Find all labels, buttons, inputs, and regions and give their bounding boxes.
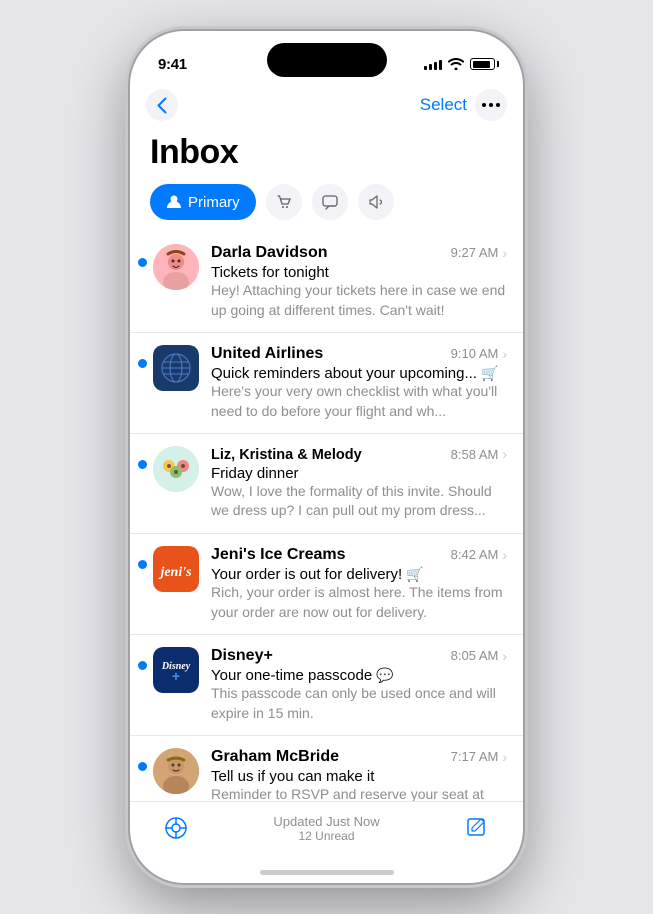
tab-social[interactable] <box>312 184 348 220</box>
chevron-4: › <box>502 648 507 664</box>
tab-primary[interactable]: Primary <box>150 184 256 220</box>
shopping-icon <box>275 193 293 211</box>
mail-item-5[interactable]: Graham McBride 7:17 AM › Tell us if you … <box>130 736 523 801</box>
select-button[interactable]: Select <box>420 95 467 115</box>
avatar-united <box>153 345 199 391</box>
chevron-1: › <box>502 346 507 362</box>
signal-icon <box>424 58 442 70</box>
mail-body-3: Jeni's Ice Creams 8:42 AM › Your order i… <box>211 546 507 622</box>
time-1: 9:10 AM <box>451 346 499 361</box>
mail-body-0: Darla Davidson 9:27 AM › Tickets for ton… <box>211 244 507 320</box>
chevron-3: › <box>502 547 507 563</box>
unread-dot <box>138 762 147 771</box>
mail-item-4[interactable]: Disney + Disney+ 8:05 AM › Your one-time… <box>130 635 523 736</box>
unread-dot <box>138 560 147 569</box>
unread-dot <box>138 661 147 670</box>
tab-promotions[interactable] <box>358 184 394 220</box>
nav-bar: Select <box>130 85 523 129</box>
back-icon <box>157 97 167 114</box>
compose-icon <box>465 816 489 840</box>
unread-dot <box>138 359 147 368</box>
mail-item-3[interactable]: jeni's Jeni's Ice Creams 8:42 AM › Your … <box>130 534 523 635</box>
avatar-darla <box>153 244 199 290</box>
chevron-5: › <box>502 749 507 765</box>
mail-item-1[interactable]: United Airlines 9:10 AM › Quick reminder… <box>130 333 523 434</box>
time-5: 7:17 AM <box>451 749 499 764</box>
mail-content: Inbox Primary <box>130 129 523 883</box>
unread-dot <box>138 258 147 267</box>
mail-list: Darla Davidson 9:27 AM › Tickets for ton… <box>130 232 523 801</box>
preview-0: Hey! Attaching your tickets here in case… <box>211 281 507 320</box>
dynamic-island <box>267 43 387 77</box>
subject-5: Tell us if you can make it <box>211 768 507 785</box>
subject-3: Your order is out for delivery! 🛒 <box>211 566 507 583</box>
preview-3: Rich, your order is almost here. The ite… <box>211 583 507 622</box>
preview-5: Reminder to RSVP and reserve your seat a… <box>211 785 507 801</box>
chevron-2: › <box>502 446 507 462</box>
unread-count: 12 Unread <box>194 829 459 843</box>
inbox-title: Inbox <box>130 129 523 184</box>
time-2: 8:58 AM <box>451 447 499 462</box>
sender-1: United Airlines <box>211 345 323 363</box>
mail-item-2[interactable]: Liz, Kristina & Melody 8:58 AM › Friday … <box>130 434 523 534</box>
home-indicator <box>260 870 394 875</box>
back-button[interactable] <box>146 89 178 121</box>
mail-body-2: Liz, Kristina & Melody 8:58 AM › Friday … <box>211 446 507 521</box>
mail-body-5: Graham McBride 7:17 AM › Tell us if you … <box>211 748 507 801</box>
time-3: 8:42 AM <box>451 547 499 562</box>
mail-item-0[interactable]: Darla Davidson 9:27 AM › Tickets for ton… <box>130 232 523 333</box>
shopping-badge-3: 🛒 <box>406 566 423 583</box>
subject-1: Quick reminders about your upcoming... 🛒 <box>211 365 507 382</box>
filter-button[interactable] <box>158 810 194 846</box>
time-4: 8:05 AM <box>451 648 499 663</box>
sender-4: Disney+ <box>211 647 273 665</box>
chevron-0: › <box>502 245 507 261</box>
subject-0: Tickets for tonight <box>211 264 507 281</box>
avatar-jenis: jeni's <box>153 546 199 592</box>
tab-shopping[interactable] <box>266 184 302 220</box>
filter-icon <box>164 816 188 840</box>
time-0: 9:27 AM <box>451 245 499 260</box>
bottom-status: Updated Just Now 12 Unread <box>194 814 459 843</box>
subject-4: Your one-time passcode 💬 <box>211 667 507 684</box>
preview-2: Wow, I love the formality of this invite… <box>211 482 507 521</box>
sender-0: Darla Davidson <box>211 244 327 262</box>
sender-5: Graham McBride <box>211 748 339 766</box>
person-icon <box>166 194 182 210</box>
update-status: Updated Just Now <box>194 814 459 829</box>
nav-actions: Select <box>420 89 507 121</box>
megaphone-icon <box>367 193 385 211</box>
battery-icon <box>470 58 495 70</box>
bottom-bar: Updated Just Now 12 Unread <box>130 801 523 866</box>
svg-text:+: + <box>172 668 180 684</box>
mail-body-4: Disney+ 8:05 AM › Your one-time passcode… <box>211 647 507 723</box>
chat-icon <box>321 193 339 211</box>
subject-2: Friday dinner <box>211 465 507 482</box>
preview-1: Here's your very own checklist with what… <box>211 382 507 421</box>
sender-3: Jeni's Ice Creams <box>211 546 346 564</box>
wifi-icon <box>448 58 464 70</box>
unread-dot <box>138 460 147 469</box>
more-button[interactable] <box>475 89 507 121</box>
more-icon <box>482 103 500 107</box>
category-tabs: Primary <box>130 184 523 232</box>
chat-badge-4: 💬 <box>376 667 393 684</box>
avatar-group <box>153 446 199 492</box>
compose-button[interactable] <box>459 810 495 846</box>
sender-2: Liz, Kristina & Melody <box>211 447 362 463</box>
phone-frame: 9:41 Select <box>130 31 523 883</box>
svg-text:jeni's: jeni's <box>158 565 192 580</box>
avatar-disney: Disney + <box>153 647 199 693</box>
avatar-graham <box>153 748 199 794</box>
preview-4: This passcode can only be used once and … <box>211 684 507 723</box>
status-icons <box>424 58 495 70</box>
status-time: 9:41 <box>158 56 187 73</box>
shopping-badge-1: 🛒 <box>481 365 498 382</box>
mail-body-1: United Airlines 9:10 AM › Quick reminder… <box>211 345 507 421</box>
